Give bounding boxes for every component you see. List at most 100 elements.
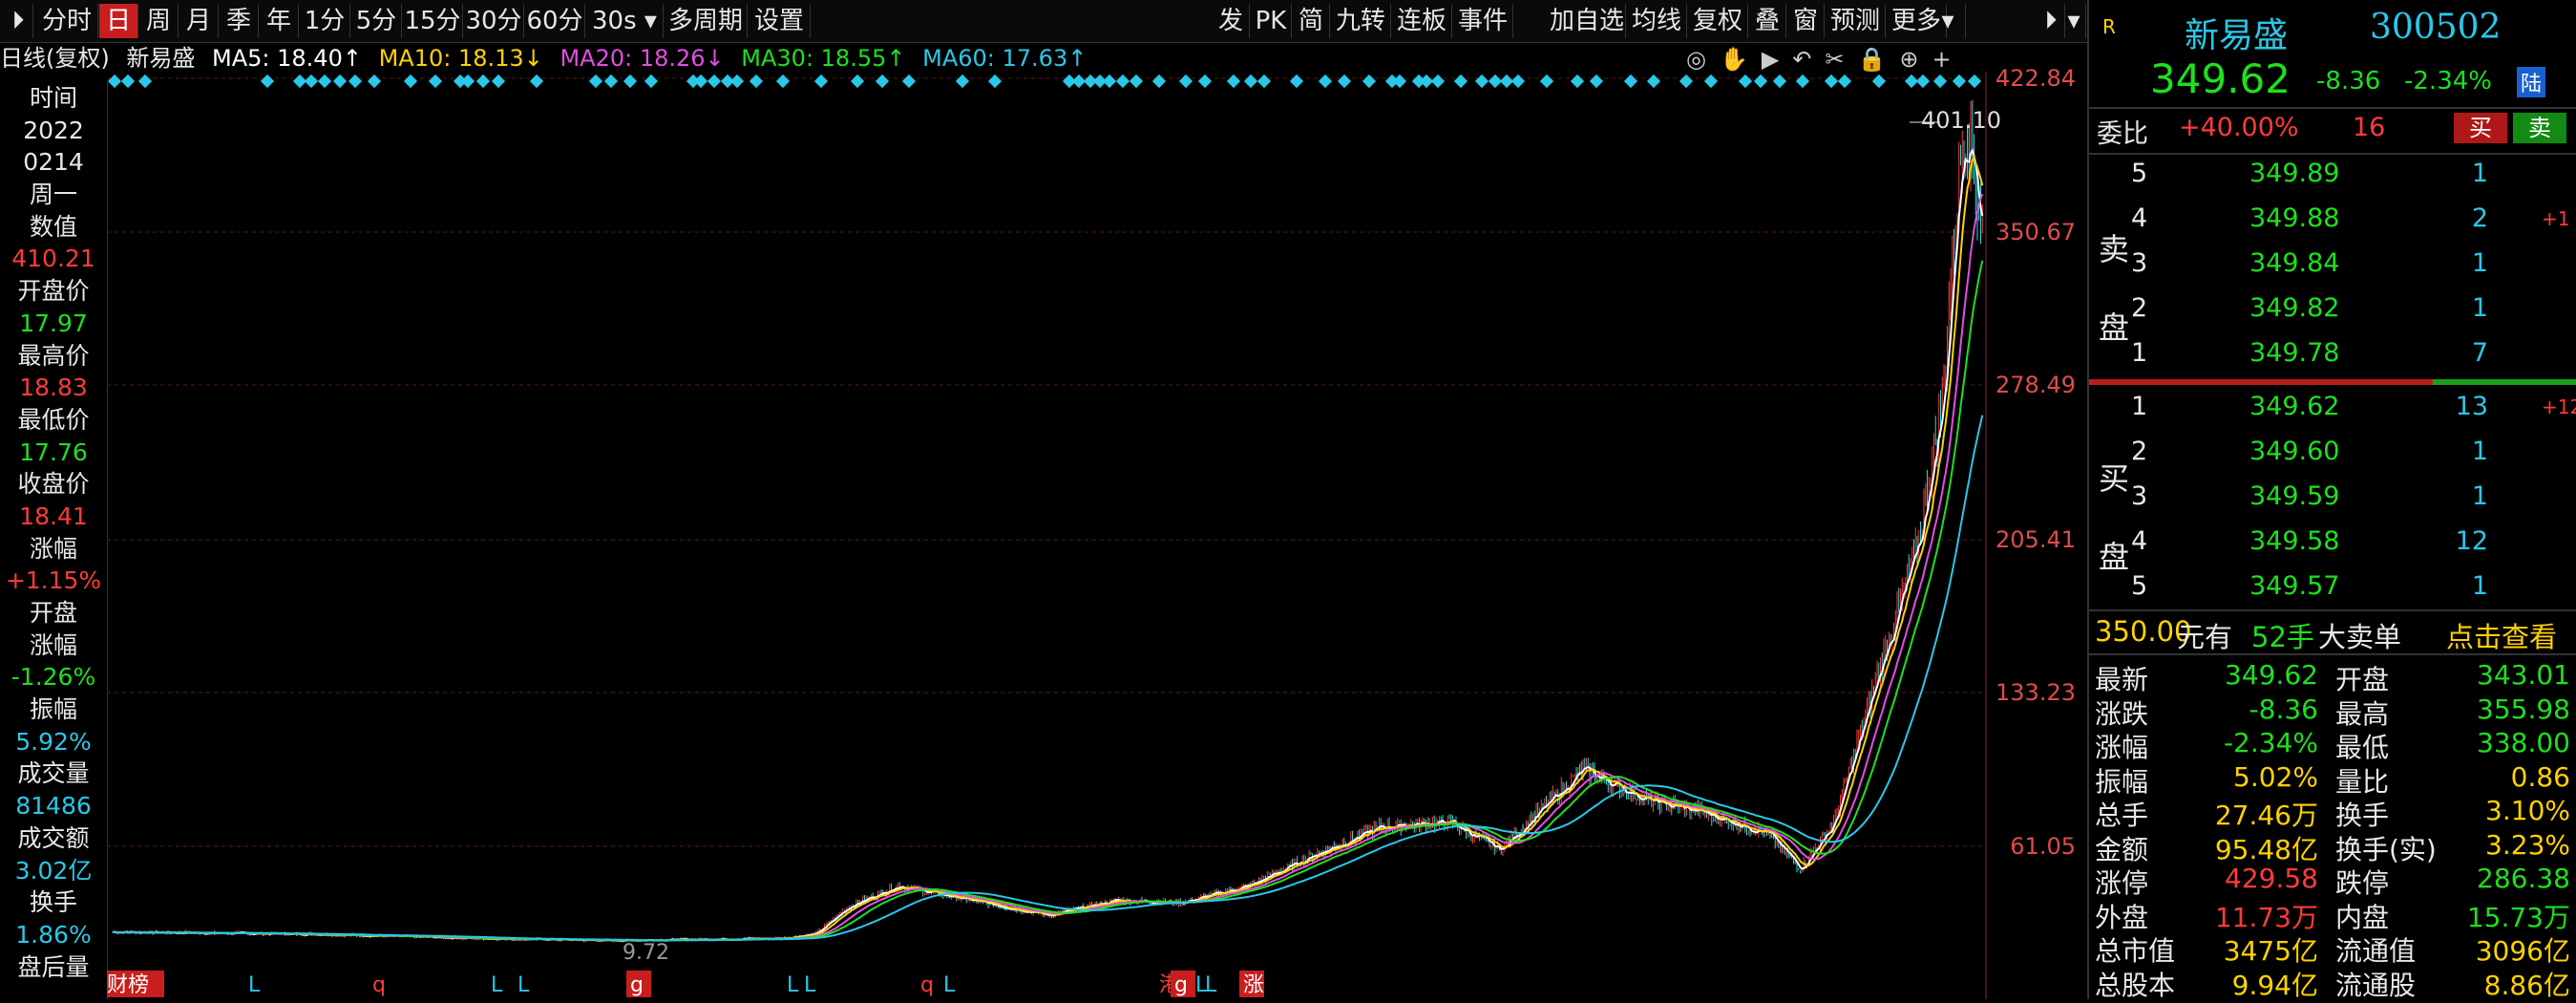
event-diamond-icon: [1151, 74, 1167, 89]
ask-level-row[interactable]: 1 349.78 7: [2089, 338, 2576, 376]
toolbar-action-1[interactable]: PK: [1251, 4, 1292, 38]
info-row: 0214: [23, 148, 84, 177]
buy-button[interactable]: 买: [2454, 113, 2507, 143]
stock-code: 300502: [2370, 8, 2502, 47]
toolbar-action-0[interactable]: 发: [1213, 4, 1250, 38]
hand-icon[interactable]: ✋: [1720, 46, 1762, 73]
event-marker: 涨: [1243, 973, 1264, 997]
event-marker: L: [943, 973, 956, 997]
period-tab-4[interactable]: 季: [220, 4, 259, 38]
level-volume: 1: [2471, 293, 2488, 323]
bid-level-row[interactable]: 2 349.60 1: [2089, 437, 2576, 475]
event-diamond-icon: [901, 74, 917, 89]
weibi-label: 委比: [2097, 119, 2148, 149]
sell-button[interactable]: 卖: [2513, 113, 2566, 143]
info-row: 最高价: [17, 341, 90, 370]
buy-power-bar: [2433, 379, 2576, 385]
bid-level-row[interactable]: 3 349.59 1: [2089, 481, 2576, 520]
event-diamond-icon: [644, 74, 659, 89]
dropdown-icon[interactable]: ▾: [1931, 4, 1966, 38]
event-diamond-icon: [107, 74, 122, 89]
period-tab-5[interactable]: 年: [260, 4, 299, 38]
level-index: 5: [2131, 571, 2148, 601]
toolbar-action-9[interactable]: 叠: [1749, 4, 1786, 38]
ask-level-row[interactable]: 4 349.88 2 +1: [2089, 203, 2576, 242]
stat-label: 总市值: [2095, 935, 2176, 967]
toolbar-action-4[interactable]: 连板: [1392, 4, 1452, 38]
stock-label: 新易盛: [126, 45, 196, 72]
event-diamond-icon: [1243, 74, 1258, 89]
stat-value: 3.10%: [2485, 795, 2570, 826]
event-diamond-icon: [1795, 74, 1810, 89]
ask-level-row[interactable]: 3 349.84 1: [2089, 248, 2576, 287]
level-price: 349.89: [2249, 159, 2340, 188]
event-diamond-icon: [1337, 74, 1352, 89]
eye-icon[interactable]: ◎: [1686, 46, 1720, 73]
toolbar-action-6[interactable]: 加自选: [1549, 4, 1626, 38]
weibi-value: +40.00%: [2179, 113, 2299, 142]
plus-icon[interactable]: ⊕: [1899, 46, 1932, 73]
period-tab-6[interactable]: 1分: [300, 4, 350, 38]
bid-level-row[interactable]: 5 349.57 1: [2089, 571, 2576, 609]
period-tab-13[interactable]: 设置: [749, 4, 811, 38]
event-diamond-icon: [491, 74, 506, 89]
stat-row: 总手 27.46万 换手 3.10%: [2089, 795, 2576, 831]
ask-level-row[interactable]: 5 349.89 1: [2089, 159, 2576, 197]
collapse-icon[interactable]: ⏵: [4, 4, 33, 38]
info-row: 周一: [29, 181, 77, 209]
period-tab-11[interactable]: 30s ▾: [586, 4, 664, 38]
level-price: 349.60: [2249, 437, 2340, 466]
play-icon[interactable]: ▶: [1762, 46, 1792, 73]
event-diamond-icon: [588, 74, 603, 89]
period-tab-7[interactable]: 5分: [351, 4, 402, 38]
toolbar-action-5[interactable]: 事件: [1453, 4, 1513, 38]
ask-level-row[interactable]: 2 349.82 1: [2089, 293, 2576, 331]
period-tab-10[interactable]: 60分: [525, 4, 585, 38]
lock-icon[interactable]: 🔒: [1858, 46, 1900, 73]
price-tick: 350.67: [1995, 219, 2076, 245]
event-diamond-icon: [1539, 74, 1554, 89]
big-order-row[interactable]: 350.00 元有 52手 大卖单 点击查看: [2089, 615, 2576, 653]
info-row: 盘后量: [17, 952, 90, 981]
period-tab-12[interactable]: 多周期: [665, 4, 748, 38]
stat-value: 3096亿: [2475, 935, 2570, 967]
toolbar-action-10[interactable]: 窗: [1787, 4, 1825, 38]
toolbar-action-11[interactable]: 预测: [1826, 4, 1886, 38]
event-marker: q: [372, 973, 386, 997]
add-icon[interactable]: +: [1932, 46, 1965, 73]
period-tab-8[interactable]: 15分: [403, 4, 463, 38]
period-tab-1[interactable]: 日: [99, 4, 138, 38]
event-diamond-icon: [875, 74, 890, 89]
bid-level-row[interactable]: 1 349.62 13 +12: [2089, 392, 2576, 430]
info-row: 410.21: [11, 245, 95, 273]
ma20-label[interactable]: MA20: 18.26↓: [560, 45, 724, 72]
period-tab-2[interactable]: 周: [139, 4, 179, 38]
toolbar-action-7[interactable]: 均线: [1627, 4, 1687, 38]
period-label[interactable]: 日线(复权): [0, 45, 110, 72]
toolbar-action-2[interactable]: 简: [1293, 4, 1330, 38]
ma60-label[interactable]: MA60: 17.63↑: [922, 45, 1087, 72]
kline-chart[interactable]: Lq L Lg L Lq L 港g LL 涨财榜 401.10 9.72: [107, 73, 2087, 999]
market-tag: 陆: [2517, 67, 2546, 97]
event-diamond-icon: [260, 74, 275, 89]
period-tab-3[interactable]: 月: [179, 4, 219, 38]
stat-value: -8.36: [2249, 693, 2318, 725]
bid-level-row[interactable]: 4 349.58 12: [2089, 526, 2576, 565]
ma20-line: [112, 193, 1984, 942]
period-tab-0[interactable]: 分时: [36, 4, 98, 38]
period-tab-9[interactable]: 30分: [464, 4, 524, 38]
scissors-icon[interactable]: ✂: [1825, 46, 1857, 73]
stat-label: 开盘: [2335, 664, 2390, 695]
toolbar-action-8[interactable]: 复权: [1688, 4, 1748, 38]
toolbar-action-3[interactable]: 九转: [1331, 4, 1391, 38]
ma5-label[interactable]: MA5: 18.40↑: [212, 45, 362, 72]
level-volume: 1: [2471, 437, 2488, 466]
undo-icon[interactable]: ↶: [1792, 46, 1825, 73]
level-delta: +12: [2542, 395, 2576, 418]
stat-value: 8.86亿: [2483, 969, 2570, 1001]
view-detail-link[interactable]: 点击查看: [2446, 615, 2557, 655]
stat-label: 最低: [2335, 732, 2390, 763]
stat-label: 流通股: [2335, 969, 2417, 1001]
ma30-label[interactable]: MA30: 18.55↑: [741, 45, 905, 72]
ma10-label[interactable]: MA10: 18.13↓: [379, 45, 543, 72]
